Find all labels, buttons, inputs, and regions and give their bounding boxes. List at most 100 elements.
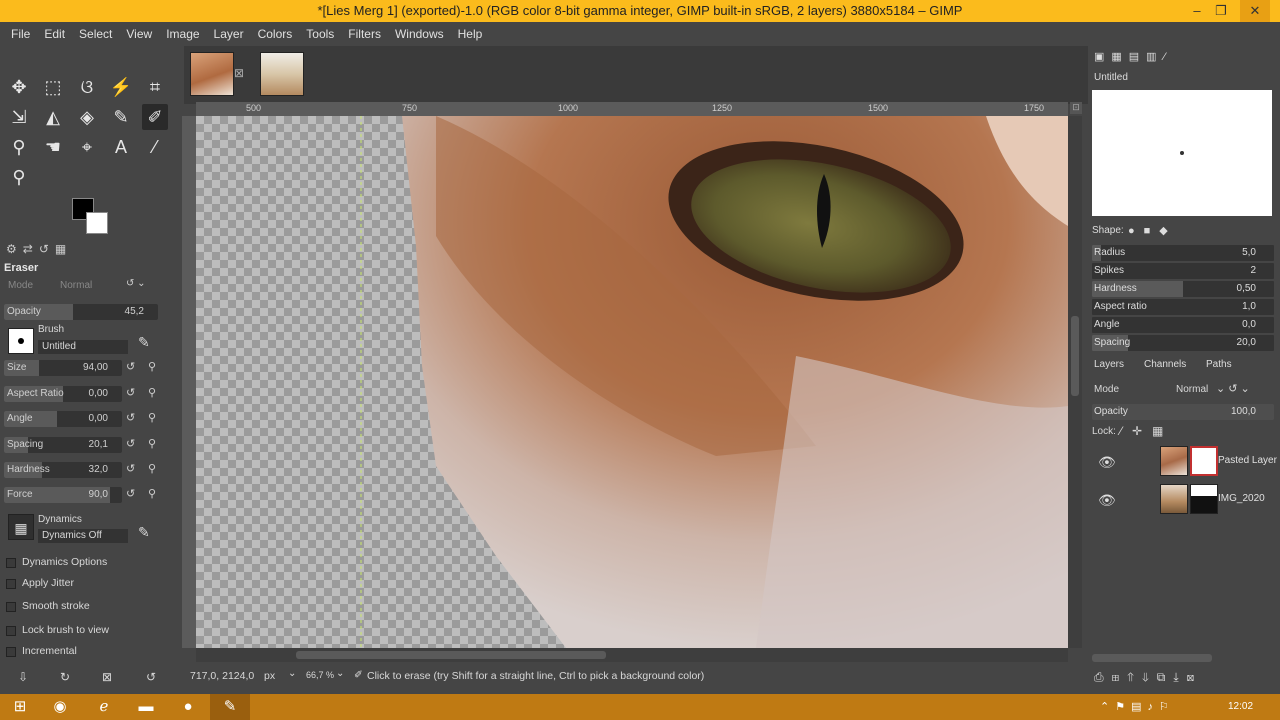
checkbox[interactable] [6, 579, 16, 589]
layer-mask-thumb[interactable] [1190, 484, 1218, 514]
slider[interactable]: Spacing 20,1 [4, 437, 122, 453]
smudge-icon[interactable]: ☚ [40, 134, 66, 160]
tool-options-tabs-icon[interactable]: ⚙⇄↺▦ [6, 242, 72, 256]
ie-icon[interactable]: ℯ [84, 694, 124, 720]
dynamics-icon[interactable]: ▦ [8, 514, 34, 540]
menu-help[interactable]: Help [451, 27, 490, 41]
tab-layers[interactable]: Layers [1094, 359, 1124, 370]
link-icon[interactable]: ⚲ [148, 360, 156, 373]
reset-icon[interactable]: ↺ [126, 411, 135, 424]
link-icon[interactable]: ⚲ [148, 437, 156, 450]
brush-param-slider[interactable]: Spikes 2 [1092, 263, 1274, 279]
image-tab-thumb-2[interactable] [260, 52, 304, 96]
unit-select[interactable]: px [264, 670, 275, 682]
menu-select[interactable]: Select [72, 27, 119, 41]
image-canvas[interactable] [196, 116, 1068, 648]
vertical-scrollbar[interactable] [1068, 116, 1082, 648]
paintbrush-icon[interactable]: ✎ [108, 104, 134, 130]
background-color[interactable] [86, 212, 108, 234]
zoom-icon[interactable]: ⚲ [6, 164, 32, 190]
tab-channels[interactable]: Channels [1144, 359, 1186, 370]
menu-tools[interactable]: Tools [299, 27, 341, 41]
link-icon[interactable]: ⚲ [148, 462, 156, 475]
horizontal-scrollbar[interactable] [196, 648, 1068, 662]
unit-dropdown-icon[interactable]: ⌄ [288, 668, 296, 679]
delete-options-icon[interactable]: ⊠ [102, 670, 112, 684]
menu-filters[interactable]: Filters [341, 27, 388, 41]
brush-param-slider[interactable]: Angle 0,0 [1092, 317, 1274, 333]
opacity-slider[interactable]: Opacity 45,2 [4, 304, 158, 320]
image-tab-thumb-1[interactable] [190, 52, 234, 96]
explorer-icon[interactable]: ▬ [126, 694, 166, 720]
link-icon[interactable]: ⚲ [148, 411, 156, 424]
color-picker-icon[interactable]: ⁄ [142, 134, 168, 160]
save-options-icon[interactable]: ⇩ [18, 670, 28, 684]
reset-icon[interactable]: ↺ [126, 437, 135, 450]
tray-icons[interactable]: ⌃⚑▤♪⚐ [1100, 700, 1175, 713]
reset-icon[interactable]: ↺ [126, 487, 135, 500]
link-icon[interactable]: ⚲ [148, 487, 156, 500]
checkbox[interactable] [6, 626, 16, 636]
menu-colors[interactable]: Colors [251, 27, 300, 41]
layer-name[interactable]: IMG_2020 [1218, 493, 1265, 504]
layer-row[interactable]: 👁 IMG_2020 [1092, 482, 1276, 518]
dock-tabs-icon[interactable]: ▣▦▤▥⁄ [1094, 50, 1172, 63]
navigate-icon[interactable]: ⊡ [1070, 102, 1082, 114]
reset-icon[interactable]: ↺ [126, 462, 135, 475]
lock-buttons-icon[interactable]: ⁄✛▦ [1120, 424, 1173, 438]
paths-icon[interactable]: ⌖ [74, 134, 100, 160]
checkbox[interactable] [6, 602, 16, 612]
rect-select-icon[interactable]: ⬚ [40, 74, 66, 100]
close-button[interactable]: ✕ [1240, 0, 1270, 22]
v-scroll-thumb[interactable] [1071, 316, 1079, 396]
menu-file[interactable]: File [4, 27, 37, 41]
brush-name[interactable]: Untitled [38, 340, 128, 354]
media-icon[interactable]: ● [168, 694, 208, 720]
brush-param-slider[interactable]: Hardness 0,50 [1092, 281, 1274, 297]
reset-options-icon[interactable]: ↺ [146, 670, 156, 684]
layer-mask-thumb[interactable] [1190, 446, 1218, 476]
edit-dynamics-icon[interactable]: ✎ [138, 524, 150, 541]
layer-name[interactable]: Pasted Layer [1218, 455, 1277, 466]
windows-start-icon[interactable]: ⊞ [0, 694, 40, 720]
edit-brush-icon[interactable]: ✎ [138, 334, 150, 351]
dynamics-select[interactable]: Dynamics Off [38, 529, 128, 543]
brush-param-slider[interactable]: Spacing 20,0 [1092, 335, 1274, 351]
expander-icon[interactable] [6, 558, 16, 568]
lasso-icon[interactable]: ଓ [74, 74, 100, 100]
gimp-taskbar-icon[interactable]: ✎ [210, 694, 250, 720]
visibility-eye-icon[interactable]: 👁 [1098, 492, 1116, 509]
menu-edit[interactable]: Edit [37, 27, 72, 41]
eraser-icon[interactable]: ✐ [142, 104, 168, 130]
visibility-eye-icon[interactable]: 👁 [1098, 454, 1116, 471]
text-icon[interactable]: A [108, 134, 134, 160]
menu-view[interactable]: View [119, 27, 159, 41]
menu-layer[interactable]: Layer [207, 27, 251, 41]
close-tab-icon[interactable]: ⊠ [234, 66, 244, 80]
menu-image[interactable]: Image [159, 27, 206, 41]
slider[interactable]: Angle 0,00 [4, 411, 122, 427]
layers-mode-dropdown-icon[interactable]: ⌄ ↺ ⌄ [1216, 382, 1250, 395]
restore-options-icon[interactable]: ↻ [60, 670, 70, 684]
mode-reset-icon[interactable]: ↺ ⌄ [126, 278, 146, 289]
link-icon[interactable]: ⚲ [148, 386, 156, 399]
crop-icon[interactable]: ⌗ [142, 74, 168, 100]
reset-icon[interactable]: ↺ [126, 386, 135, 399]
mode-select[interactable]: Normal [60, 280, 92, 291]
chrome-icon[interactable]: ◉ [40, 694, 80, 720]
layers-mode-select[interactable]: Normal [1176, 384, 1208, 395]
layer-row[interactable]: 👁 Pasted Layer [1092, 444, 1277, 480]
fuzzy-select-icon[interactable]: ⚡ [108, 74, 134, 100]
move-tool-icon[interactable]: ✥ [6, 74, 32, 100]
slider[interactable]: Size 94,00 [4, 360, 122, 376]
reset-icon[interactable]: ↺ [126, 360, 135, 373]
clone-icon[interactable]: ⚲ [6, 134, 32, 160]
warp-icon[interactable]: ◭ [40, 104, 66, 130]
menu-windows[interactable]: Windows [388, 27, 451, 41]
restore-button[interactable]: ❐ [1206, 0, 1236, 22]
bucket-fill-icon[interactable]: ◈ [74, 104, 100, 130]
brush-param-slider[interactable]: Aspect ratio 1,0 [1092, 299, 1274, 315]
h-scroll-thumb[interactable] [296, 651, 606, 659]
zoom-dropdown-icon[interactable]: ⌄ [336, 668, 344, 679]
layers-h-scroll[interactable] [1092, 654, 1212, 662]
